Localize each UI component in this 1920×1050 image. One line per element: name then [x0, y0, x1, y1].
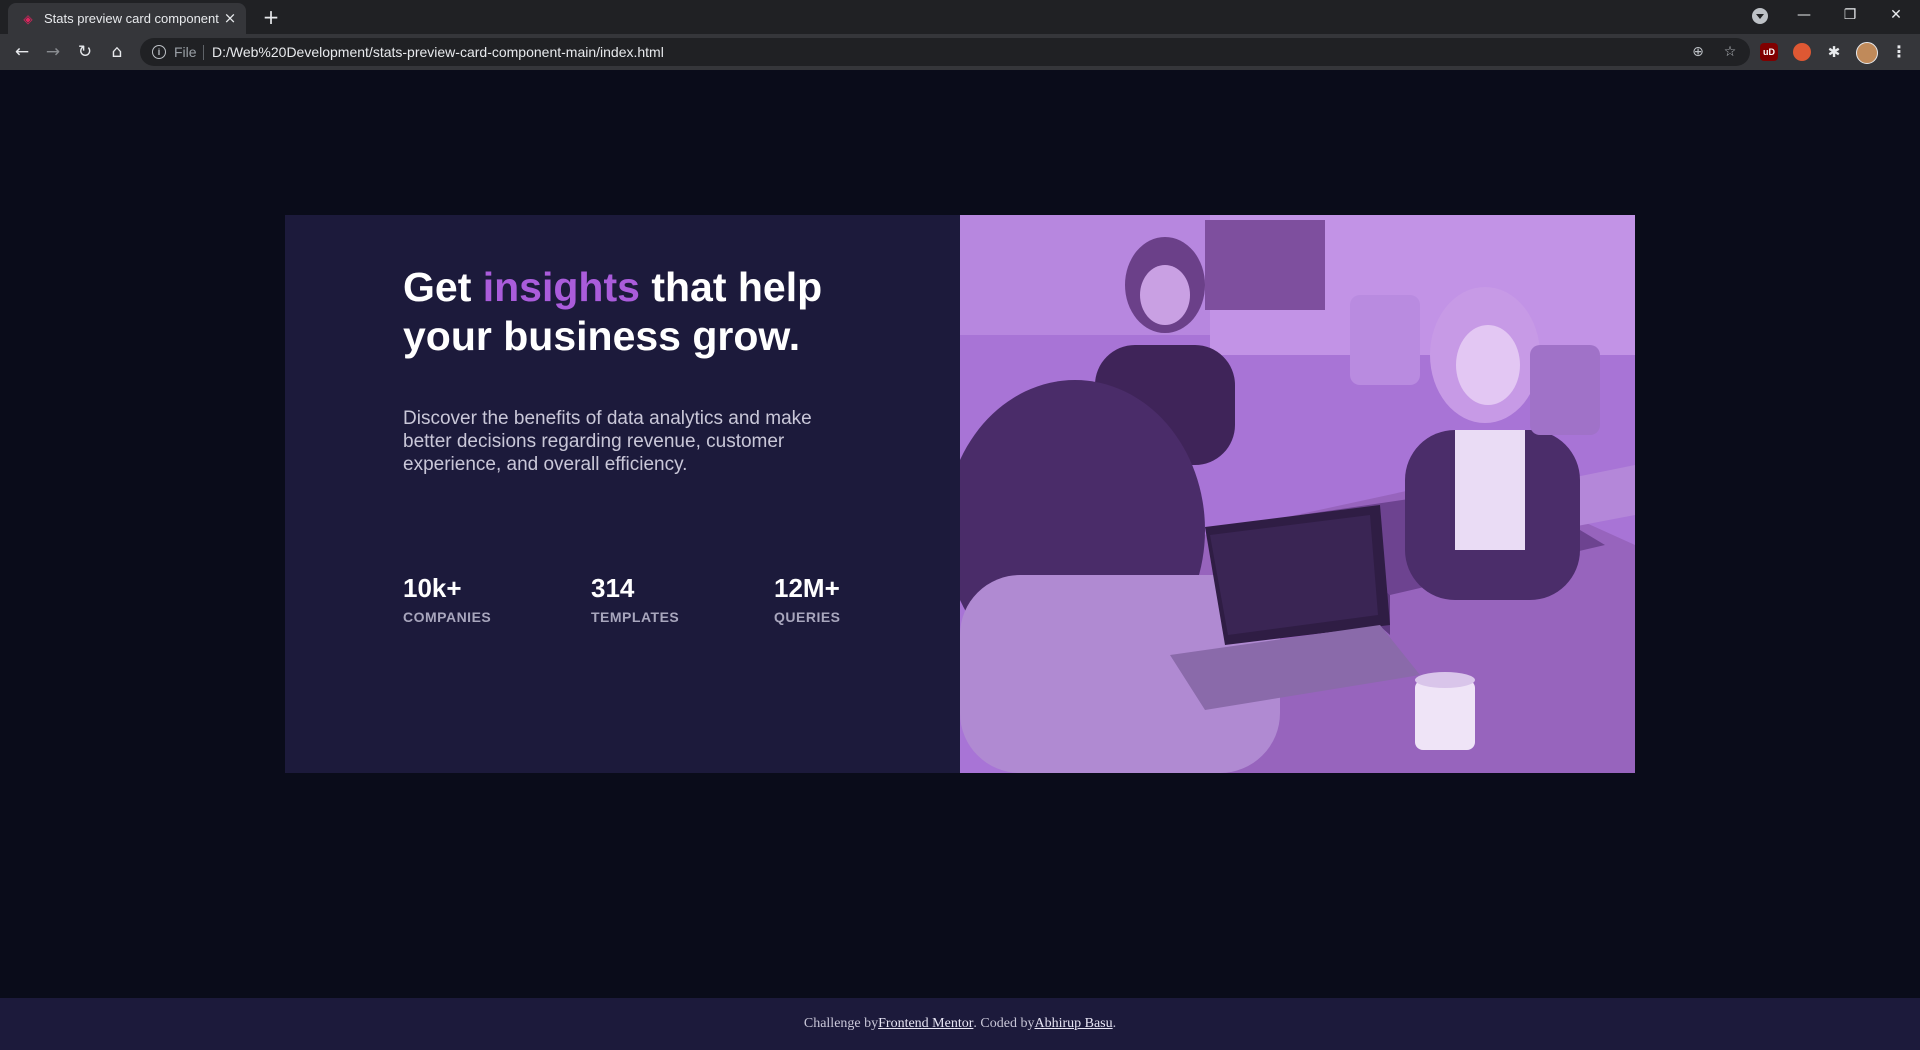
stat-value: 10k+	[403, 573, 462, 603]
url-scheme-label: File	[174, 44, 197, 60]
footer-suffix: .	[1112, 1016, 1117, 1031]
address-bar[interactable]: i File D:/Web%20Development/stats-previe…	[140, 38, 1750, 66]
office-photo-illustration	[960, 215, 1635, 773]
back-icon[interactable]: ←	[10, 40, 34, 64]
stat-companies: 10k+ COMPANIES	[403, 573, 491, 625]
tab-close-icon[interactable]: ×	[222, 10, 238, 26]
duckduckgo-extension-icon[interactable]	[1793, 43, 1811, 61]
restore-button[interactable]: ❐	[1827, 0, 1873, 30]
headline-prefix: Get	[403, 264, 483, 310]
stat-value: 12M+	[774, 573, 840, 603]
stat-value: 314	[591, 573, 635, 603]
frontend-mentor-link[interactable]: Frontend Mentor	[878, 1016, 973, 1032]
stat-queries: 12M+ QUERIES	[774, 573, 841, 625]
browser-menu-icon[interactable]: ⋮	[1890, 43, 1908, 61]
card-description: Discover the benefits of data analytics …	[403, 408, 812, 475]
browser-toolbar: ← → ↻ ⌂ i File D:/Web%20Development/stat…	[0, 34, 1920, 70]
stats-preview-card: Get insights that help your business gro…	[285, 215, 1635, 773]
zoom-icon[interactable]: ⊕	[1688, 42, 1708, 62]
stat-label: QUERIES	[774, 609, 841, 625]
tab-title: Stats preview card component	[44, 11, 219, 26]
attribution-footer: Challenge by Frontend Mentor . Coded by …	[0, 998, 1920, 1050]
card-headline: Get insights that help your business gro…	[403, 263, 863, 361]
stat-label: TEMPLATES	[591, 609, 680, 625]
bookmark-star-icon[interactable]: ☆	[1720, 42, 1740, 62]
browser-tab-bar: ◈ Stats preview card component × + — ❐ ✕	[0, 0, 1920, 34]
stats-row: 10k+ COMPANIES 314 TEMPLATES 12M+ QUERIE…	[403, 573, 903, 643]
favicon-icon: ◈	[23, 11, 33, 26]
footer-prefix: Challenge by	[803, 1016, 879, 1031]
omnibox-divider	[203, 45, 204, 60]
ublock-extension-icon[interactable]: uD	[1760, 43, 1778, 61]
stat-label: COMPANIES	[403, 609, 492, 625]
extensions-puzzle-icon[interactable]: ✱	[1825, 43, 1843, 61]
profile-avatar[interactable]	[1856, 42, 1878, 64]
close-window-button[interactable]: ✕	[1873, 0, 1919, 30]
footer-middle: . Coded by	[973, 1016, 1035, 1031]
info-icon[interactable]: i	[152, 45, 166, 59]
headline-accent: insights	[482, 264, 640, 310]
forward-icon[interactable]: →	[41, 40, 65, 64]
office-photo-image	[960, 215, 1635, 773]
minimize-button[interactable]: —	[1781, 0, 1827, 30]
stat-templates: 314 TEMPLATES	[591, 573, 679, 625]
home-icon[interactable]: ⌂	[105, 40, 129, 64]
card-text-column: Get insights that help your business gro…	[403, 263, 863, 476]
tab-search-icon[interactable]	[1752, 8, 1768, 24]
reload-icon[interactable]: ↻	[73, 40, 97, 64]
author-link[interactable]: Abhirup Basu	[1034, 1016, 1112, 1032]
url-text[interactable]: D:/Web%20Development/stats-preview-card-…	[212, 44, 664, 60]
new-tab-button[interactable]: +	[260, 6, 282, 28]
active-tab[interactable]: ◈ Stats preview card component ×	[8, 3, 246, 34]
